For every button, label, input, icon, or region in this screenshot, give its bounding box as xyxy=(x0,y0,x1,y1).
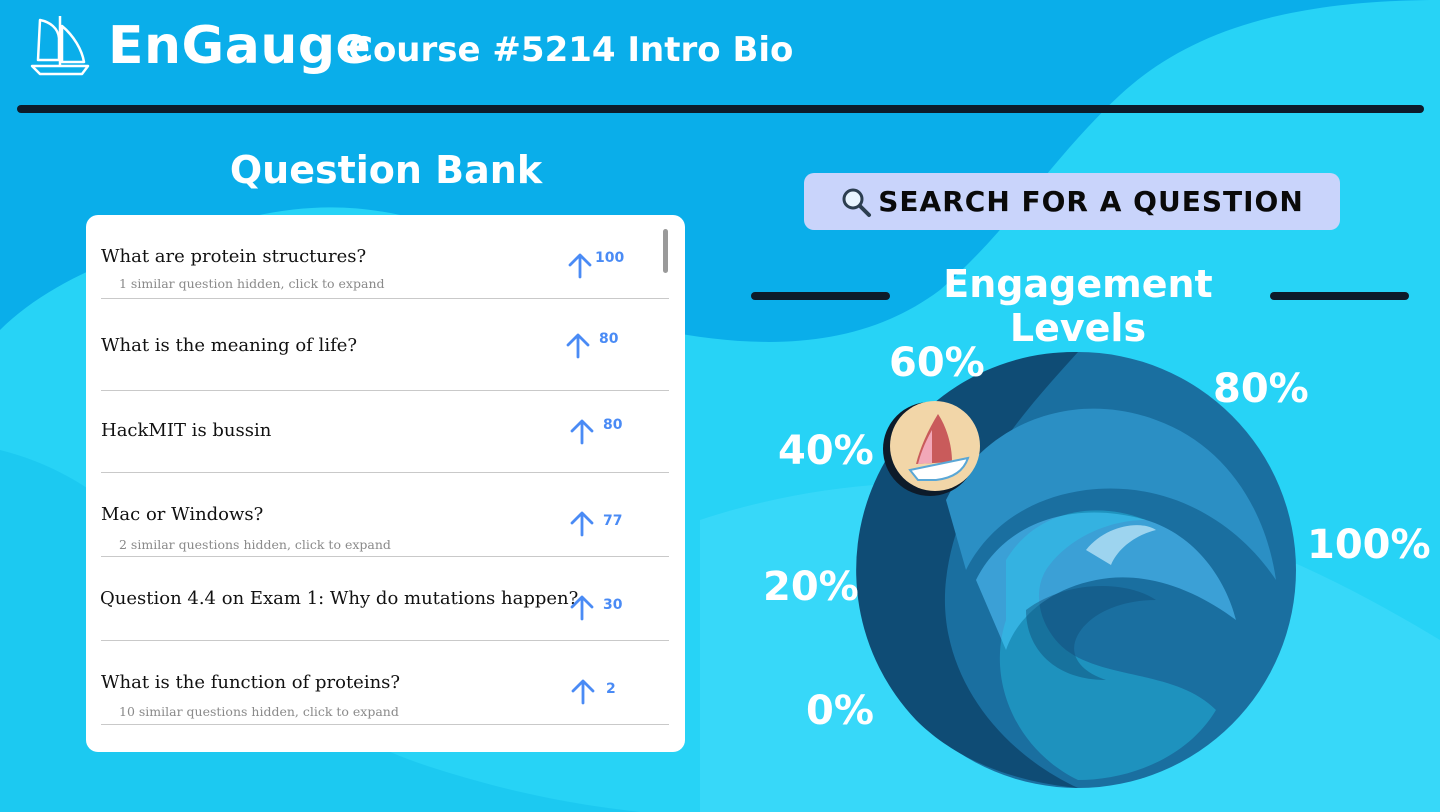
engagement-title-rule-left xyxy=(751,292,890,300)
course-title: Course #5214 Intro Bio xyxy=(348,30,794,70)
vote-count: 80 xyxy=(599,331,619,347)
question-text: What is the function of proteins? xyxy=(101,672,401,693)
vote-count: 77 xyxy=(603,513,623,529)
question-row[interactable]: Question 4.4 on Exam 1: Why do mutations… xyxy=(100,557,669,641)
vote-count: 100 xyxy=(595,250,625,266)
similar-questions-hint[interactable]: 2 similar questions hidden, click to exp… xyxy=(119,537,391,552)
upvote-button[interactable]: 2 xyxy=(570,677,616,705)
scale-label-0: 0% xyxy=(806,688,874,734)
question-row[interactable]: HackMIT is bussin 80 xyxy=(101,391,669,473)
sailboat-logo-icon xyxy=(30,16,90,76)
scale-label-40: 40% xyxy=(778,428,874,474)
magnifier-icon xyxy=(842,188,872,217)
question-text: What is the meaning of life? xyxy=(101,335,358,356)
similar-questions-hint[interactable]: 10 similar questions hidden, click to ex… xyxy=(119,704,399,719)
up-arrow-icon xyxy=(568,253,592,279)
upvote-button[interactable]: 77 xyxy=(569,509,622,537)
question-row[interactable]: What is the meaning of life? 80 xyxy=(101,299,669,391)
similar-questions-hint[interactable]: 1 similar question hidden, click to expa… xyxy=(119,276,385,291)
question-bank-list[interactable]: What are protein structures? 1 similar q… xyxy=(86,215,685,752)
scale-label-20: 20% xyxy=(763,564,859,610)
upvote-button[interactable]: 100 xyxy=(567,250,625,279)
question-text: What are protein structures? xyxy=(101,246,367,267)
scale-label-100: 100% xyxy=(1307,522,1431,568)
question-text: Question 4.4 on Exam 1: Why do mutations… xyxy=(100,588,579,609)
up-arrow-icon xyxy=(570,595,594,621)
header-divider xyxy=(17,105,1424,113)
up-arrow-icon xyxy=(566,333,590,359)
question-bank-title: Question Bank xyxy=(229,148,543,192)
up-arrow-icon xyxy=(571,679,595,705)
upvote-button[interactable]: 80 xyxy=(569,417,622,445)
search-label: SEARCH FOR A QUESTION xyxy=(878,185,1304,218)
sailboat-marker-icon xyxy=(883,401,980,496)
app-brand: EnGauge xyxy=(108,16,372,76)
scale-label-80: 80% xyxy=(1213,366,1309,412)
question-text: HackMIT is bussin xyxy=(101,420,272,441)
engagement-title-rule-right xyxy=(1270,292,1409,300)
question-row[interactable]: Mac or Windows? 2 similar questions hidd… xyxy=(101,473,669,557)
search-question-button[interactable]: SEARCH FOR A QUESTION xyxy=(804,173,1340,230)
up-arrow-icon xyxy=(570,511,594,537)
vote-count: 30 xyxy=(603,597,623,613)
upvote-button[interactable]: 80 xyxy=(565,331,618,359)
question-row[interactable]: What is the function of proteins? 10 sim… xyxy=(101,641,669,725)
question-row[interactable]: What are protein structures? 1 similar q… xyxy=(101,215,669,299)
scale-label-60: 60% xyxy=(889,340,985,386)
vote-count: 80 xyxy=(603,417,623,433)
vote-count: 2 xyxy=(606,681,616,697)
up-arrow-icon xyxy=(570,419,594,445)
question-text: Mac or Windows? xyxy=(101,504,264,525)
engagement-title: Engagement Levels xyxy=(943,262,1213,350)
upvote-button[interactable]: 30 xyxy=(569,593,622,621)
